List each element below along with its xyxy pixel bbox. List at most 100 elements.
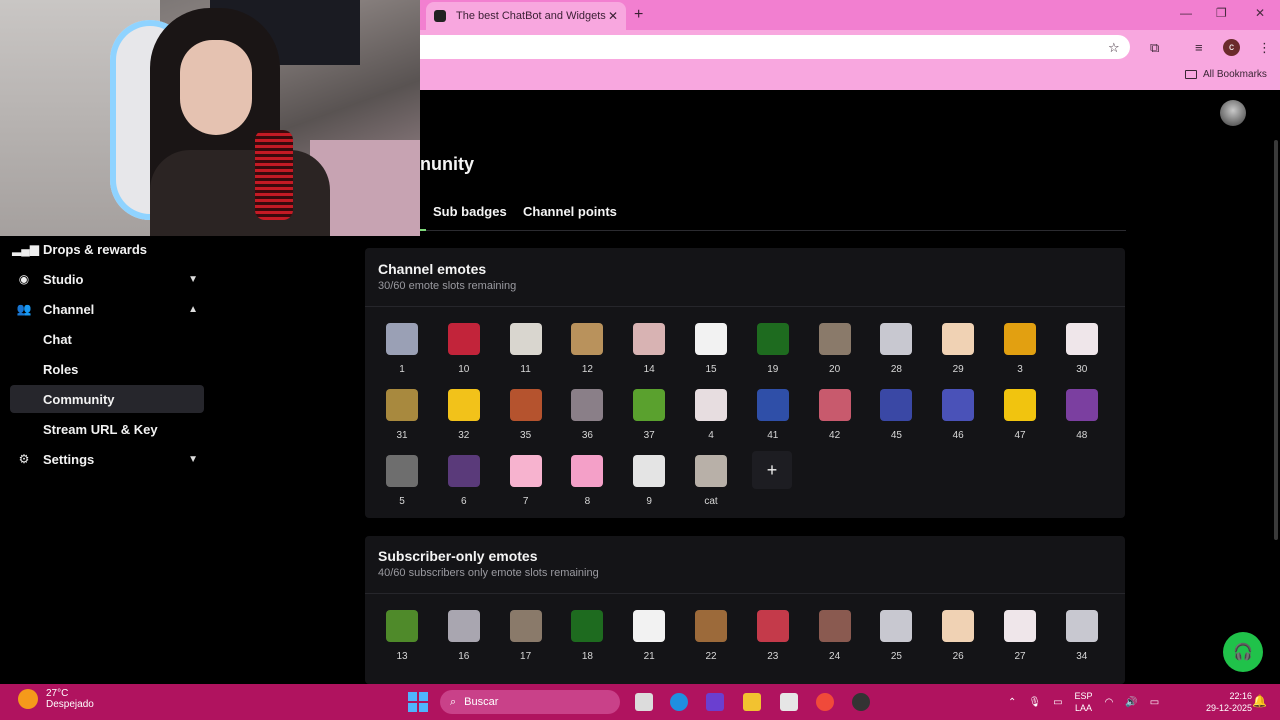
emote-item[interactable]: 4 [683,387,739,443]
emote-item[interactable]: 34 [1054,608,1110,664]
weather-temperature: 27°C [46,688,69,699]
emote-item[interactable]: 47 [992,387,1048,443]
notification-icon[interactable]: 🔔 [1252,694,1267,708]
emote-image [1065,323,1098,355]
emote-item[interactable]: 7 [498,453,554,509]
emote-item[interactable]: 17 [498,608,554,664]
obs-icon[interactable] [852,693,870,711]
emote-item[interactable]: 14 [621,321,677,377]
emote-label: 25 [890,651,902,662]
add-emote-button[interactable]: + [752,451,792,489]
emote-item[interactable]: 27 [992,608,1048,664]
emote-item[interactable]: 15 [683,321,739,377]
emote-item[interactable]: 11 [498,321,554,377]
minimize-icon[interactable]: — [1180,6,1192,20]
emote-item[interactable]: 9 [621,453,677,509]
emote-item[interactable]: 23 [745,608,801,664]
sidebar-subitem-chat[interactable]: Chat [10,325,204,353]
subscriber-emotes-title: Subscriber-only emotes [378,548,538,564]
emote-item[interactable]: 12 [559,321,615,377]
page-scrollbar[interactable] [1274,140,1278,540]
tab-close-icon[interactable]: ✕ [608,9,618,23]
emote-item[interactable]: cat [683,453,739,509]
tab-channel-points[interactable]: Channel points [523,204,617,219]
emote-item[interactable]: 31 [374,387,430,443]
profile-avatar[interactable]: c [1223,39,1240,56]
emote-item[interactable]: 6 [436,453,492,509]
new-tab-button[interactable]: + [634,6,643,24]
chevron-up-icon[interactable]: ⌃ [1008,697,1016,708]
emote-item[interactable]: 42 [807,387,863,443]
emote-item[interactable]: 22 [683,608,739,664]
battery-icon[interactable]: ▭ [1150,697,1159,708]
emote-item[interactable]: 29 [930,321,986,377]
chat-icon[interactable]: ▭ [1053,697,1062,708]
media-control-icon[interactable]: ≡ [1195,40,1203,55]
tab-sub-badges[interactable]: Sub badges [433,204,507,219]
emote-item[interactable]: 20 [807,321,863,377]
restore-icon[interactable]: ❐ [1216,6,1227,20]
taskbar-search[interactable]: ⌕ Buscar [440,690,620,714]
help-chat-button[interactable]: 🎧 [1223,632,1263,672]
wifi-icon[interactable]: ◠ [1105,697,1114,708]
all-bookmarks-button[interactable]: All Bookmarks [1185,69,1267,80]
sidebar-item-channel[interactable]: 👥 Channel ▲ [10,295,204,323]
start-button[interactable] [408,692,428,712]
chrome-icon[interactable] [816,693,834,711]
emote-item[interactable]: 41 [745,387,801,443]
sidebar-subitem-roles[interactable]: Roles [10,355,204,383]
emote-item[interactable]: 30 [1054,321,1110,377]
emote-item[interactable]: 19 [745,321,801,377]
volume-icon[interactable]: 🔊 [1125,697,1137,708]
sidebar-subitem-community[interactable]: Community [10,385,204,413]
sidebar-item-studio[interactable]: ◉ Studio ▼ [10,265,204,293]
user-avatar[interactable] [1220,100,1246,126]
store-icon[interactable] [780,693,798,711]
emote-item[interactable]: 3 [992,321,1048,377]
emote-image [880,610,913,642]
emote-item[interactable]: 25 [868,608,924,664]
bookmark-star-icon[interactable]: ☆ [1108,40,1120,56]
emote-item[interactable]: 10 [436,321,492,377]
file-explorer-icon[interactable] [743,693,761,711]
emote-image [633,323,666,355]
emote-item[interactable]: 28 [868,321,924,377]
edge-icon[interactable] [670,693,688,711]
emote-item[interactable]: 46 [930,387,986,443]
language-indicator[interactable]: ESP LAA [1075,690,1093,714]
address-bar[interactable] [420,35,1130,59]
weather-widget[interactable]: 27°C Despejado [18,688,94,710]
sidebar-item-settings[interactable]: ⚙ Settings ▼ [10,445,204,473]
emote-image [447,610,480,642]
microphone-icon[interactable]: 🎙 [1028,697,1041,708]
emote-item[interactable]: 35 [498,387,554,443]
emote-image [942,610,975,642]
emote-item[interactable]: 18 [559,608,615,664]
task-view-icon[interactable] [635,693,653,711]
extensions-icon[interactable]: ⧉ [1150,40,1159,56]
emote-label: 9 [646,496,652,507]
emote-item[interactable]: 1 [374,321,430,377]
emote-item[interactable]: 48 [1054,387,1110,443]
emote-item[interactable]: 13 [374,608,430,664]
emote-item[interactable]: 16 [436,608,492,664]
emote-item[interactable]: 8 [559,453,615,509]
browser-tab[interactable]: The best ChatBot and Widgets ✕ [426,2,626,30]
sidebar-item-drops-rewards[interactable]: ▂▄▆ Drops & rewards [10,235,204,263]
emote-item[interactable]: 26 [930,608,986,664]
emote-item[interactable]: 36 [559,387,615,443]
kebab-menu-icon[interactable]: ⋮ [1258,40,1271,56]
emote-item[interactable]: 24 [807,608,863,664]
windows-logo-icon [408,703,417,712]
emote-label: 45 [890,430,902,441]
emote-item[interactable]: 21 [621,608,677,664]
sidebar-subitem-stream-url-key[interactable]: Stream URL & Key [10,415,204,443]
emote-label: cat [704,496,718,507]
emote-item[interactable]: 32 [436,387,492,443]
copilot-icon[interactable] [706,693,724,711]
emote-item[interactable]: 37 [621,387,677,443]
emote-item[interactable]: 5 [374,453,430,509]
window-close-icon[interactable]: ✕ [1255,6,1265,20]
taskbar-clock[interactable]: 22:16 29-12-2025 [1206,690,1252,714]
emote-item[interactable]: 45 [868,387,924,443]
